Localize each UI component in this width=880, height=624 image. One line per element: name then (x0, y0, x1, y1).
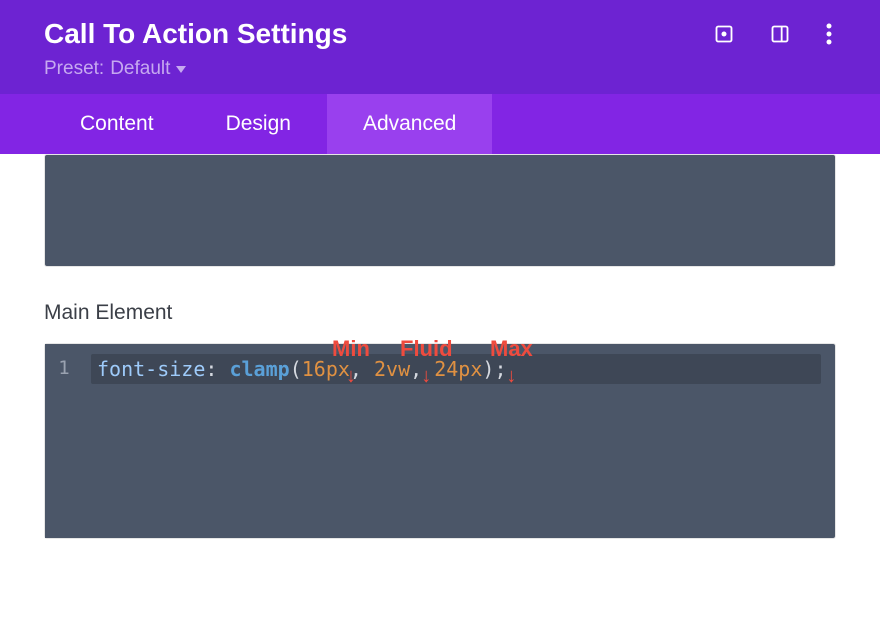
preset-selector[interactable]: Preset: Default (44, 58, 186, 80)
editor-gutter: 1 (45, 344, 83, 538)
code-panel-previous[interactable] (44, 154, 836, 267)
page-title: Call To Action Settings (44, 18, 347, 50)
token-arg-fluid: 2vw (374, 357, 410, 381)
target-icon[interactable] (714, 24, 734, 44)
preset-value: Default (110, 58, 170, 80)
token-semicolon: ; (494, 357, 506, 381)
token-colon: : (205, 357, 217, 381)
token-comma-2: , (410, 357, 422, 381)
section-label-main-element: Main Element (44, 301, 836, 325)
code-editor[interactable]: 1 font-size: clamp(16px, 2vw, 24px); (44, 343, 836, 539)
token-arg-min: 16px (302, 357, 350, 381)
header-top-row: Call To Action Settings (44, 18, 836, 50)
preset-label: Preset: (44, 58, 104, 80)
token-open-paren: ( (290, 357, 302, 381)
token-function: clamp (229, 357, 289, 381)
token-comma-1: , (350, 357, 362, 381)
tab-design[interactable]: Design (190, 94, 327, 154)
content-area: Main Element 1 font-size: clamp(16px, 2v… (0, 154, 880, 539)
line-number: 1 (45, 354, 83, 382)
editor-body[interactable]: font-size: clamp(16px, 2vw, 24px); (83, 344, 835, 538)
settings-header: Call To Action Settings (0, 0, 880, 94)
more-vertical-icon[interactable] (826, 23, 832, 45)
token-close-paren: ) (482, 357, 494, 381)
header-icon-group (714, 23, 836, 45)
tab-advanced[interactable]: Advanced (327, 94, 492, 154)
caret-down-icon (176, 58, 186, 80)
token-property: font-size (97, 357, 205, 381)
tab-bar: Content Design Advanced (0, 94, 880, 154)
token-arg-max: 24px (434, 357, 482, 381)
code-line-1[interactable]: font-size: clamp(16px, 2vw, 24px); (91, 354, 821, 384)
panel-right-icon[interactable] (770, 24, 790, 44)
tab-content[interactable]: Content (44, 94, 190, 154)
